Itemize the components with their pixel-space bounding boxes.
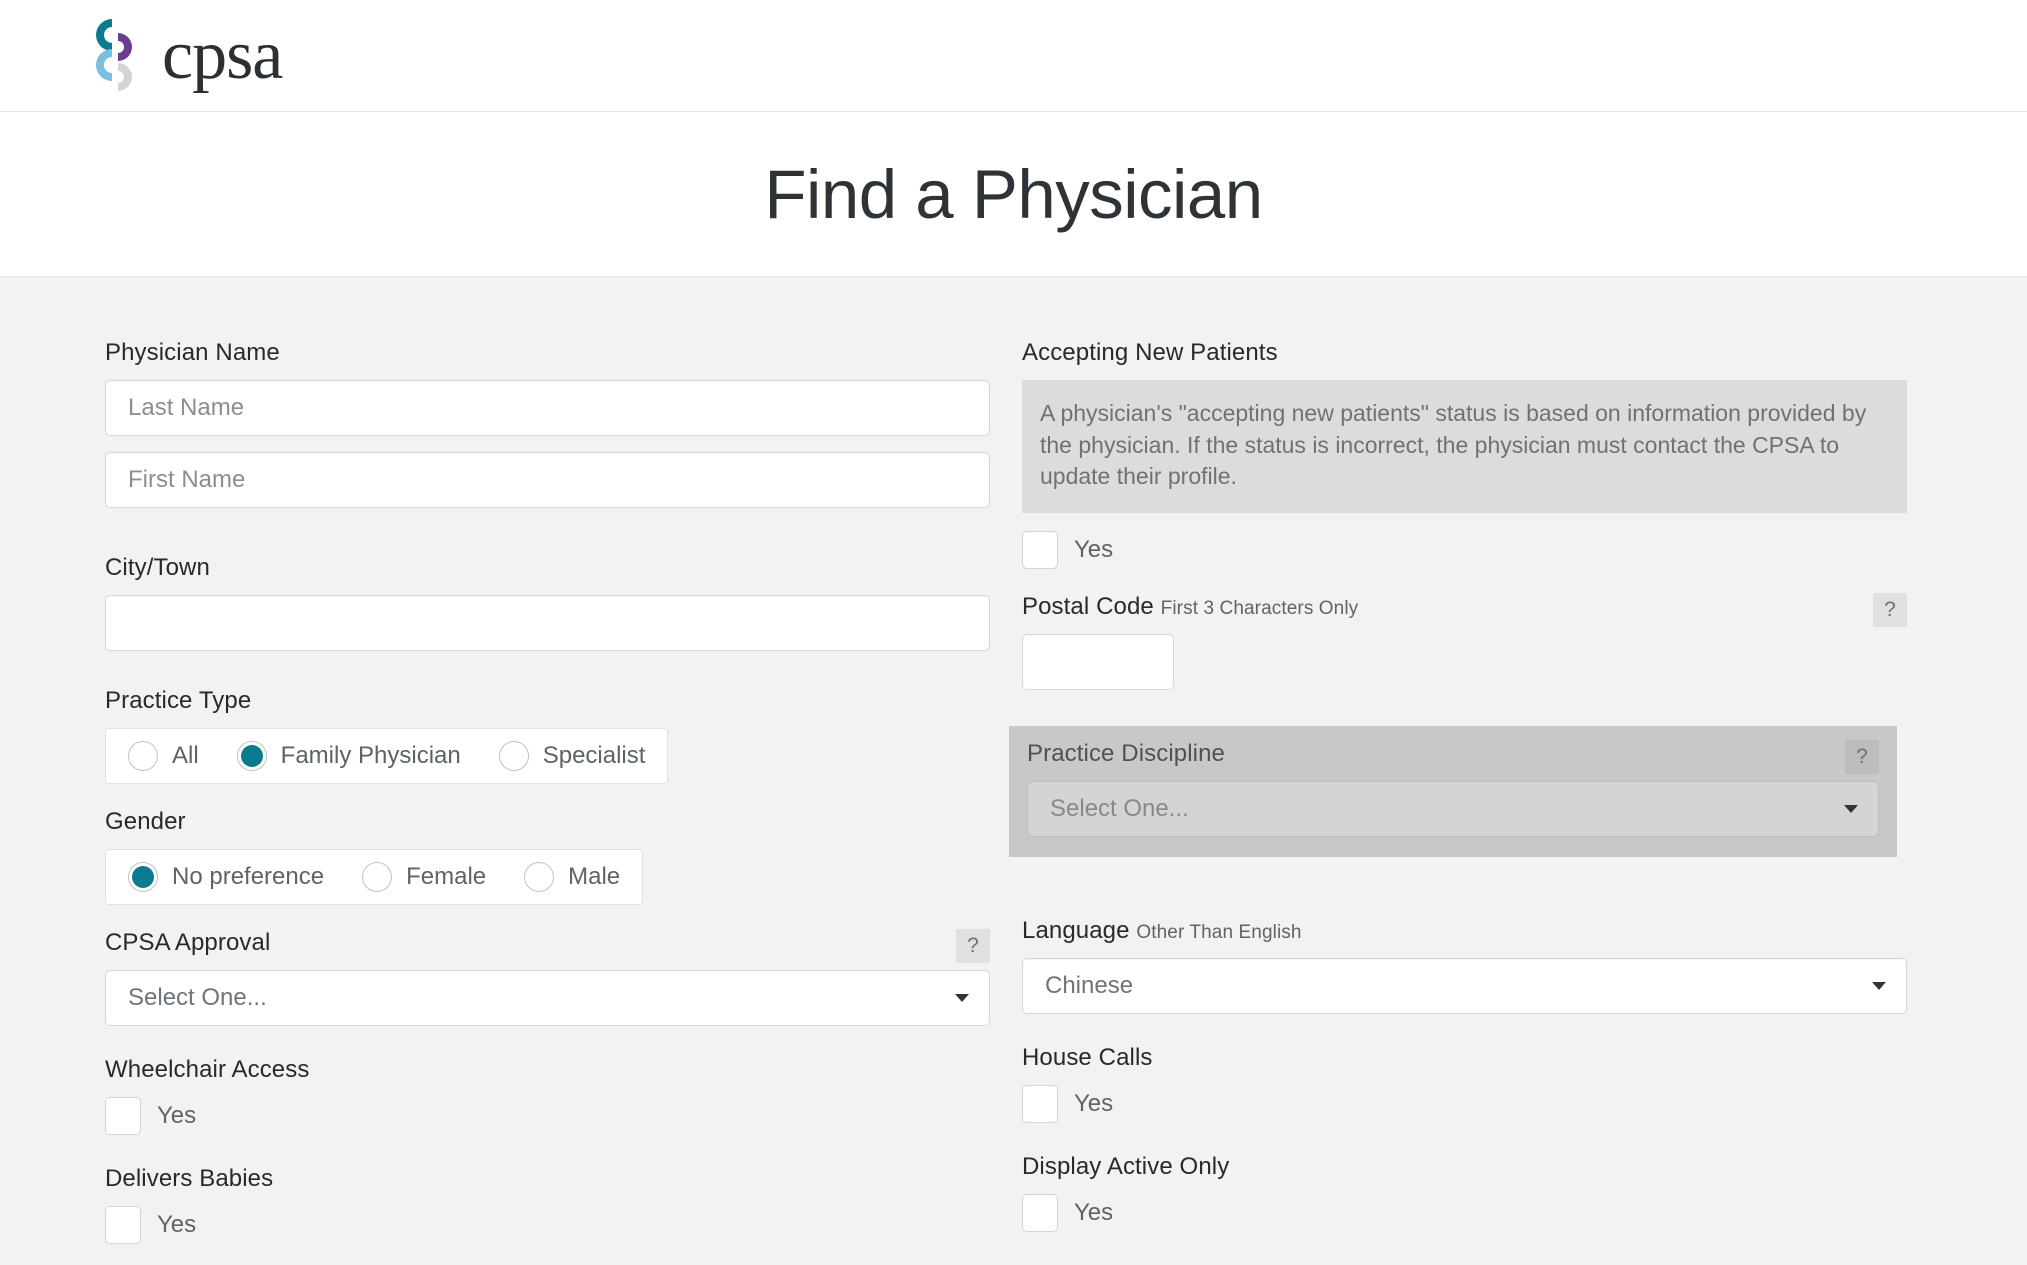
field-language: Language Other Than English Chinese xyxy=(1022,917,1907,1015)
display-active-only-label: Display Active Only xyxy=(1022,1153,1230,1181)
practice-type-label-specialist: Specialist xyxy=(542,742,646,769)
practice-discipline-label: Practice Discipline xyxy=(1027,740,1225,768)
language-label-main: Language xyxy=(1022,917,1130,945)
postal-code-sub-label: First 3 Characters Only xyxy=(1160,598,1359,620)
page-title: Find a Physician xyxy=(764,155,1263,233)
radio-icon-all[interactable] xyxy=(128,741,158,771)
practice-type-option-family-physician[interactable]: Family Physician xyxy=(236,741,461,771)
search-form-right-column: Accepting New Patients A physician's "ac… xyxy=(1009,339,1907,1244)
city-town-input[interactable] xyxy=(105,595,990,651)
gender-radio-group[interactable]: No preference Female Male xyxy=(105,849,644,905)
practice-type-label-all: All xyxy=(172,742,199,769)
physician-name-label: Physician Name xyxy=(105,339,280,366)
checkbox-display-active-only[interactable] xyxy=(1022,1194,1058,1233)
practice-type-label-family-physician: Family Physician xyxy=(280,742,461,769)
postal-code-label-main: Postal Code xyxy=(1022,593,1154,621)
title-band: Find a Physician xyxy=(0,112,2027,277)
practice-type-option-specialist[interactable]: Specialist xyxy=(498,741,646,771)
search-form-left-column: Physician Name City/Town Practice Type A… xyxy=(105,339,990,1244)
cpsa-approval-label-row: CPSA Approval ? xyxy=(105,929,990,970)
field-cpsa-approval: CPSA Approval ? Select One... xyxy=(105,929,990,1026)
cpsa-approval-selected-value: Select One... xyxy=(128,984,267,1011)
checkbox-accepting-new-patients[interactable] xyxy=(1022,531,1058,570)
wheelchair-access-checkbox-label: Yes xyxy=(157,1102,197,1129)
field-display-active-only: Display Active Only Yes xyxy=(1022,1153,1907,1233)
gender-label-no-preference: No preference xyxy=(172,863,325,890)
delivers-babies-check-row[interactable]: Yes xyxy=(105,1206,990,1244)
search-form-grid: Physician Name City/Town Practice Type A… xyxy=(0,339,2027,1244)
house-calls-checkbox-label: Yes xyxy=(1074,1090,1114,1118)
radio-icon-female[interactable] xyxy=(362,862,393,892)
accepting-new-patients-label: Accepting New Patients xyxy=(1022,339,1278,366)
cpsa-logo-mark-icon xyxy=(92,17,140,95)
search-panel: Physician Name City/Town Practice Type A… xyxy=(0,277,2027,1265)
postal-code-label: Postal Code First 3 Characters Only xyxy=(1022,593,1358,621)
practice-type-radio-group[interactable]: All Family Physician Specialist xyxy=(105,728,669,784)
display-active-only-check-row[interactable]: Yes xyxy=(1022,1194,1907,1233)
field-physician-name: Physician Name xyxy=(105,339,990,508)
practice-discipline-selected-value: Select One... xyxy=(1050,795,1189,823)
help-icon-practice-discipline[interactable]: ? xyxy=(1845,740,1879,775)
field-wheelchair-access: Wheelchair Access Yes xyxy=(105,1056,990,1135)
gender-option-male[interactable]: Male xyxy=(524,862,620,892)
postal-code-input[interactable] xyxy=(1022,634,1174,691)
radio-icon-no-preference[interactable] xyxy=(128,862,158,892)
accepting-new-patients-check-row[interactable]: Yes xyxy=(1022,531,1907,570)
radio-icon-specialist[interactable] xyxy=(498,741,529,771)
accepting-new-patients-notice: A physician's "accepting new patients" s… xyxy=(1022,380,1907,514)
help-icon-cpsa-approval[interactable]: ? xyxy=(956,929,990,963)
gender-label: Gender xyxy=(105,808,186,835)
language-sub-label: Other Than English xyxy=(1136,922,1302,944)
postal-code-label-row: Postal Code First 3 Characters Only ? xyxy=(1022,593,1907,634)
language-select[interactable]: Chinese xyxy=(1022,958,1907,1015)
radio-icon-male[interactable] xyxy=(524,862,555,892)
checkbox-delivers-babies[interactable] xyxy=(105,1206,141,1244)
practice-type-option-all[interactable]: All xyxy=(128,741,199,771)
field-delivers-babies: Delivers Babies Yes xyxy=(105,1165,990,1244)
cpsa-logo[interactable]: cpsa xyxy=(92,16,283,95)
city-town-label: City/Town xyxy=(105,554,210,581)
wheelchair-access-label: Wheelchair Access xyxy=(105,1056,310,1083)
field-gender: Gender No preference Female Male xyxy=(105,808,990,905)
display-active-only-checkbox-label: Yes xyxy=(1074,1199,1114,1227)
field-accepting-new-patients: Accepting New Patients A physician's "ac… xyxy=(1022,339,1907,570)
delivers-babies-label: Delivers Babies xyxy=(105,1165,274,1192)
accepting-new-patients-checkbox-label: Yes xyxy=(1074,536,1114,564)
first-name-input[interactable] xyxy=(105,452,990,508)
gender-option-no-preference[interactable]: No preference xyxy=(128,862,324,892)
gender-option-female[interactable]: Female xyxy=(362,862,486,892)
practice-type-label: Practice Type xyxy=(105,687,252,714)
cpsa-approval-label: CPSA Approval xyxy=(105,929,271,956)
gender-label-male: Male xyxy=(568,863,621,890)
cpsa-wordmark: cpsa xyxy=(162,16,283,94)
last-name-input[interactable] xyxy=(105,380,990,436)
checkbox-house-calls[interactable] xyxy=(1022,1085,1058,1124)
practice-discipline-label-row: Practice Discipline ? xyxy=(1027,740,1879,781)
field-practice-type: Practice Type All Family Physician Speci… xyxy=(105,687,990,784)
language-label: Language Other Than English xyxy=(1022,917,1907,945)
chevron-down-icon-language xyxy=(1872,982,1886,991)
delivers-babies-checkbox-label: Yes xyxy=(157,1211,197,1238)
cpsa-approval-select[interactable]: Select One... xyxy=(105,970,990,1026)
house-calls-check-row[interactable]: Yes xyxy=(1022,1085,1907,1124)
chevron-down-icon-practice-discipline xyxy=(1844,805,1858,814)
language-selected-value: Chinese xyxy=(1045,972,1134,1000)
wheelchair-access-check-row[interactable]: Yes xyxy=(105,1097,990,1135)
field-house-calls: House Calls Yes xyxy=(1022,1044,1907,1124)
radio-icon-family-physician[interactable] xyxy=(236,741,267,771)
field-city-town: City/Town xyxy=(105,554,990,651)
field-practice-discipline: Practice Discipline ? Select One... xyxy=(1009,726,1897,858)
gender-label-female: Female xyxy=(406,863,487,890)
field-postal-code: Postal Code First 3 Characters Only ? xyxy=(1022,593,1907,691)
help-icon-postal-code[interactable]: ? xyxy=(1873,593,1907,628)
practice-discipline-select[interactable]: Select One... xyxy=(1027,781,1879,838)
chevron-down-icon-cpsa-approval xyxy=(955,994,969,1002)
checkbox-wheelchair-access[interactable] xyxy=(105,1097,141,1135)
site-header: cpsa xyxy=(0,0,2027,112)
house-calls-label: House Calls xyxy=(1022,1044,1153,1072)
